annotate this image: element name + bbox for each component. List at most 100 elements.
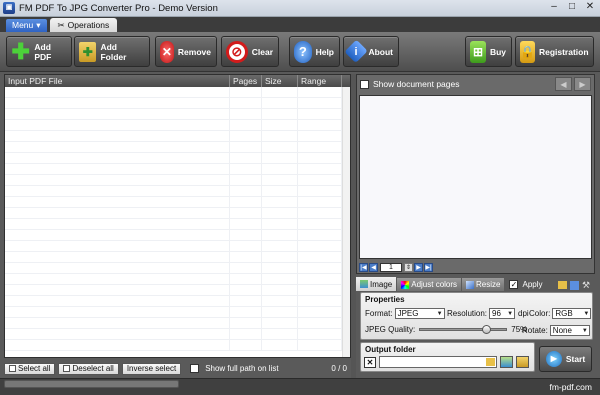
file-table-body[interactable]	[5, 87, 350, 357]
table-cell	[262, 164, 298, 174]
save-icon[interactable]	[570, 280, 579, 290]
table-row	[5, 318, 350, 329]
next-preview-icon[interactable]: ▶	[574, 77, 591, 91]
plus-icon: ✚	[11, 38, 30, 64]
table-cell	[230, 274, 262, 284]
table-cell	[262, 296, 298, 306]
clear-path-icon[interactable]: ✕	[364, 356, 376, 368]
first-page-icon[interactable]: |◀	[359, 263, 368, 272]
jpeg-quality-slider[interactable]	[419, 325, 508, 334]
help-button[interactable]: ? Help	[289, 36, 340, 67]
page-spinner-icon[interactable]: ⇕	[404, 263, 413, 272]
table-cell	[230, 296, 262, 306]
tab-resize[interactable]: Resize	[462, 278, 505, 291]
help-label: Help	[315, 46, 334, 57]
next-page-icon[interactable]: ▶	[414, 263, 423, 272]
close-icon[interactable]: ✕	[582, 1, 598, 14]
resolution-select[interactable]: 96	[489, 308, 516, 319]
last-page-icon[interactable]: ▶|	[424, 263, 433, 272]
format-select[interactable]: JPEG	[394, 308, 445, 319]
table-row	[5, 109, 350, 120]
output-folder-heading: Output folder	[365, 345, 416, 354]
table-cell	[5, 340, 230, 350]
prev-page-icon[interactable]: ◀	[369, 263, 378, 272]
menu-button[interactable]: Menu ▾	[6, 19, 47, 32]
output-folder-field[interactable]	[379, 356, 497, 368]
app-icon: ▣	[3, 2, 15, 14]
table-cell	[262, 252, 298, 262]
table-row	[5, 98, 350, 109]
start-button[interactable]: ▶ Start	[539, 346, 592, 372]
table-row	[5, 252, 350, 263]
table-cell	[298, 109, 342, 119]
column-header-input-file[interactable]: Input PDF File	[5, 75, 230, 87]
horizontal-scrollbar[interactable]	[4, 380, 179, 388]
table-cell	[5, 263, 230, 273]
browse-folder-icon[interactable]	[486, 358, 495, 366]
wrench-icon[interactable]: ⚒	[582, 280, 591, 290]
tab-operations-label: Operations	[67, 20, 110, 30]
add-pdf-button[interactable]: ✚ Add PDF	[6, 36, 72, 67]
table-cell	[262, 285, 298, 295]
table-cell	[298, 307, 342, 317]
table-cell	[5, 252, 230, 262]
table-cell	[5, 186, 230, 196]
info-icon: i	[344, 39, 369, 64]
table-cell	[230, 175, 262, 185]
select-all-button[interactable]: Select all	[4, 362, 56, 375]
menu-bar: Menu ▾ ✂ Operations	[0, 17, 600, 32]
tools-icon: ✂	[57, 20, 65, 30]
remove-button[interactable]: ✕ Remove	[155, 36, 217, 67]
table-cell	[262, 87, 298, 97]
page-number-field[interactable]: 1	[380, 263, 402, 272]
color-select[interactable]: RGB	[552, 308, 592, 319]
tab-image[interactable]: Image	[356, 277, 397, 291]
image-folder-icon[interactable]	[500, 356, 513, 368]
clear-icon: ⊘	[226, 40, 248, 63]
settings-tabs: Image Adjust colors Resize ✓ Apply ⚒	[356, 277, 595, 291]
table-cell	[230, 329, 262, 339]
deselect-all-button[interactable]: Deselect all	[58, 362, 119, 375]
slider-knob[interactable]	[482, 325, 492, 334]
show-pages-checkbox[interactable]	[360, 79, 369, 89]
table-cell	[262, 274, 298, 284]
properties-heading: Properties	[365, 295, 405, 304]
table-cell	[230, 307, 262, 317]
table-cell	[230, 98, 262, 108]
play-icon: ▶	[545, 351, 562, 367]
about-button[interactable]: i About	[343, 36, 399, 67]
column-header-pages[interactable]: Pages	[230, 75, 262, 87]
table-cell	[230, 164, 262, 174]
table-cell	[5, 296, 230, 306]
open-output-folder-icon[interactable]	[516, 356, 529, 368]
tab-adjust-colors[interactable]: Adjust colors	[397, 278, 462, 291]
open-folder-icon[interactable]	[558, 281, 567, 289]
apply-checkbox[interactable]: ✓	[509, 280, 519, 289]
prev-preview-icon[interactable]: ◀	[555, 77, 572, 91]
column-header-range[interactable]: Range	[298, 75, 342, 87]
table-cell	[230, 153, 262, 163]
clear-button[interactable]: ⊘ Clear	[221, 36, 279, 67]
registration-button[interactable]: 🔒 Registration	[515, 36, 594, 67]
maximize-icon[interactable]: □	[564, 1, 580, 14]
table-cell	[262, 175, 298, 185]
tab-operations[interactable]: ✂ Operations	[49, 18, 118, 32]
column-header-size[interactable]: Size	[262, 75, 298, 87]
inverse-select-button[interactable]: Inverse select	[121, 362, 182, 375]
website-link[interactable]: fm-pdf.com	[549, 382, 592, 392]
full-path-checkbox[interactable]	[190, 364, 200, 373]
buy-button[interactable]: ⊞ Buy	[465, 36, 512, 67]
tab-image-label: Image	[370, 279, 393, 289]
vertical-scrollbar[interactable]	[342, 87, 350, 357]
add-folder-button[interactable]: ✚ Add Folder	[74, 36, 150, 67]
table-cell	[230, 252, 262, 262]
chevron-down-icon: ▾	[36, 20, 41, 30]
table-cell	[298, 263, 342, 273]
minimize-icon[interactable]: –	[546, 1, 562, 14]
table-cell	[5, 219, 230, 229]
rotate-select[interactable]: None	[549, 325, 590, 336]
table-cell	[5, 197, 230, 207]
table-cell	[262, 307, 298, 317]
apply-toggle[interactable]: ✓ Apply	[505, 278, 546, 291]
table-cell	[230, 131, 262, 141]
